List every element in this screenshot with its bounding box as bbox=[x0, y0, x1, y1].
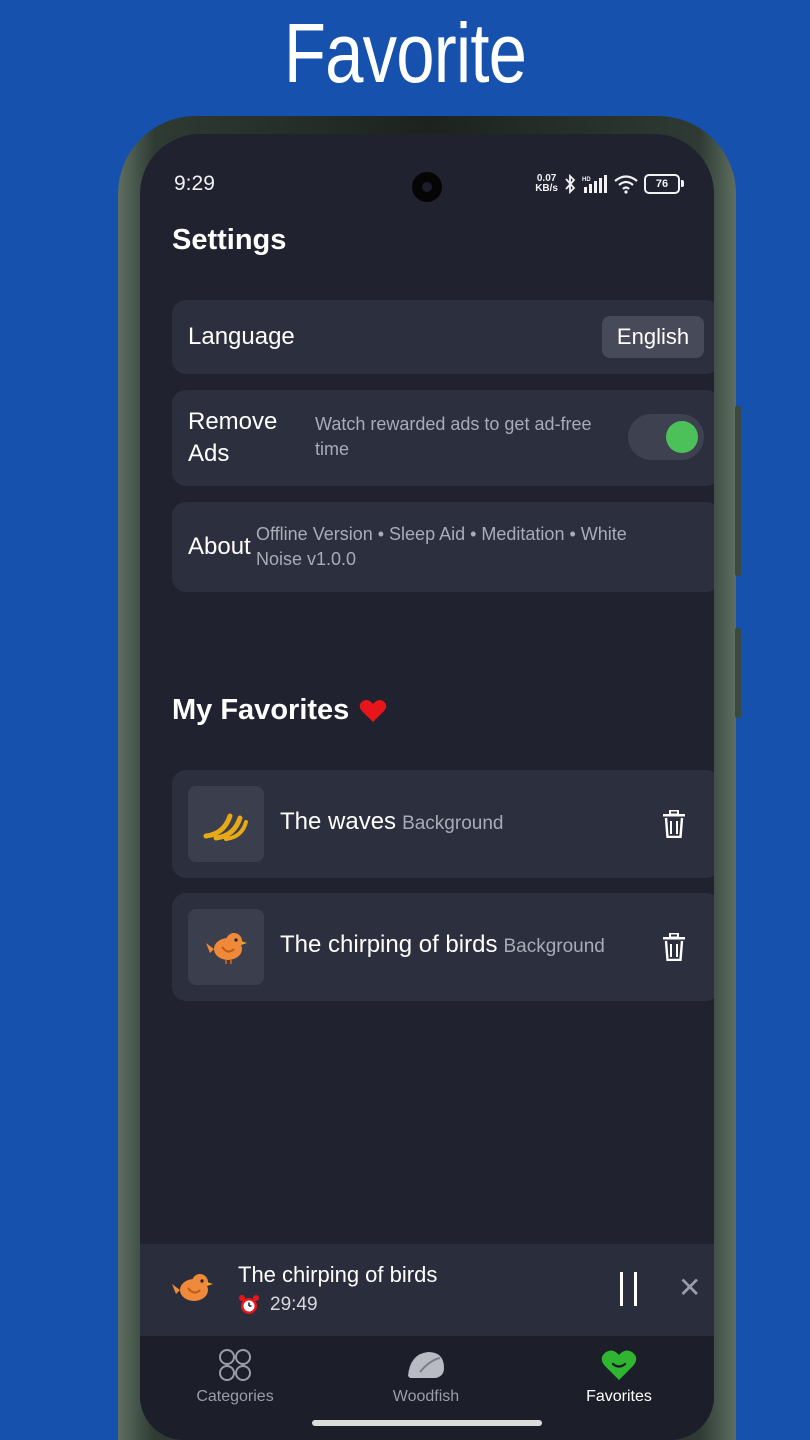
mini-player[interactable]: The chirping of birds 29:49 ✕ bbox=[140, 1244, 714, 1336]
remove-ads-description: Watch rewarded ads to get ad-free time bbox=[315, 412, 591, 462]
about-desc-line2: Noise v1.0.0 bbox=[256, 549, 357, 569]
player-title: The chirping of birds bbox=[238, 1262, 438, 1287]
status-icons: 0.07 KB/s HD 76 bbox=[535, 174, 684, 194]
front-camera bbox=[412, 172, 442, 202]
remove-ads-desc-line1: Watch rewarded ads to get ad-free bbox=[315, 414, 592, 434]
phone-frame: 9:29 0.07 KB/s HD 76 Settings Language E… bbox=[118, 116, 741, 1440]
volume-button bbox=[735, 406, 741, 576]
favorite-name: The waves bbox=[280, 808, 397, 835]
page-heading: Favorite bbox=[283, 6, 527, 100]
tab-favorites[interactable]: Favorites bbox=[559, 1346, 679, 1406]
tab-woodfish[interactable]: Woodfish bbox=[366, 1346, 486, 1406]
power-button bbox=[735, 628, 741, 718]
tab-label: Woodfish bbox=[392, 1388, 460, 1405]
bird-icon bbox=[206, 933, 247, 964]
settings-title: Settings bbox=[172, 224, 287, 256]
language-label: Language bbox=[188, 323, 295, 350]
favorite-text: The chirping of birds Background bbox=[280, 931, 605, 959]
language-row: Language English bbox=[172, 300, 714, 374]
favorite-name: The chirping of birds bbox=[280, 931, 498, 958]
waves-icon bbox=[203, 813, 248, 841]
app-screen: 9:29 0.07 KB/s HD 76 Settings Language E… bbox=[140, 134, 714, 1440]
favorite-text: The waves Background bbox=[280, 808, 503, 836]
status-time: 9:29 bbox=[174, 172, 215, 195]
tab-label: Categories bbox=[196, 1388, 274, 1405]
heart-icon bbox=[601, 1350, 637, 1380]
favorite-tag: Background bbox=[503, 936, 605, 957]
favorites-title: My Favorites bbox=[172, 694, 350, 726]
remove-ads-desc-line2: time bbox=[315, 439, 350, 459]
remove-ads-toggle[interactable] bbox=[628, 414, 704, 460]
tab-categories[interactable]: Categories bbox=[175, 1346, 295, 1406]
home-indicator[interactable] bbox=[312, 1420, 542, 1426]
bottom-navigation: Categories Woodfish Favorites bbox=[140, 1336, 714, 1440]
pause-button[interactable] bbox=[616, 1272, 644, 1306]
toggle-knob bbox=[666, 421, 698, 453]
network-speed: 0.07 KB/s bbox=[535, 174, 558, 194]
net-speed-unit: KB/s bbox=[535, 183, 558, 194]
svg-text:HD: HD bbox=[582, 177, 591, 183]
bird-icon bbox=[172, 1274, 213, 1301]
battery-level: 76 bbox=[655, 178, 669, 190]
trash-icon[interactable] bbox=[662, 810, 686, 838]
about-row[interactable]: About Offline Version • Sleep Aid • Medi… bbox=[172, 502, 714, 592]
trash-icon[interactable] bbox=[662, 933, 686, 961]
categories-icon bbox=[219, 1349, 251, 1381]
remove-ads-label: Remove Ads bbox=[188, 406, 277, 470]
favorite-item-birds[interactable]: The chirping of birds Background bbox=[172, 893, 714, 1001]
signal-icon: HD bbox=[582, 175, 607, 193]
about-label: About bbox=[188, 533, 251, 560]
favorite-tag: Background bbox=[402, 813, 504, 834]
favorites-heading: My Favorites bbox=[172, 694, 387, 727]
language-select-button[interactable]: English bbox=[602, 316, 704, 358]
about-description: Offline Version • Sleep Aid • Meditation… bbox=[256, 522, 627, 572]
about-desc-line1: Offline Version • Sleep Aid • Meditation… bbox=[256, 524, 627, 544]
battery-icon: 76 bbox=[644, 174, 684, 194]
timer-value: 29:49 bbox=[270, 1294, 318, 1315]
waves-thumbnail bbox=[188, 786, 264, 862]
favorite-item-waves[interactable]: The waves Background bbox=[172, 770, 714, 878]
player-timer: 29:49 bbox=[238, 1294, 318, 1316]
remove-ads-label-line2: Ads bbox=[188, 440, 230, 467]
tab-label: Favorites bbox=[586, 1388, 652, 1405]
close-player-button[interactable]: ✕ bbox=[678, 1274, 701, 1302]
heart-icon bbox=[360, 699, 387, 722]
woodfish-icon bbox=[408, 1352, 444, 1378]
birds-thumbnail bbox=[188, 909, 264, 985]
alarm-clock-icon bbox=[239, 1295, 259, 1314]
bluetooth-icon bbox=[565, 174, 576, 194]
wifi-icon bbox=[614, 175, 638, 194]
remove-ads-row: Remove Ads Watch rewarded ads to get ad-… bbox=[172, 390, 714, 486]
remove-ads-label-line1: Remove bbox=[188, 408, 278, 435]
